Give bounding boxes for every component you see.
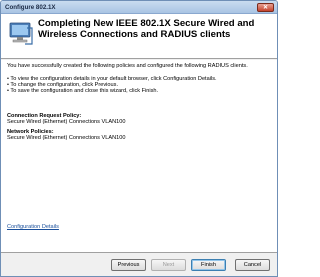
next-button[interactable]: Next <box>151 259 186 271</box>
network-computer-icon <box>9 22 33 45</box>
close-button[interactable]: ✕ <box>257 3 274 12</box>
finish-button[interactable]: Finish <box>191 259 226 271</box>
button-bar: Previous Next Finish Cancel <box>1 252 277 276</box>
close-icon: ✕ <box>262 5 269 11</box>
wizard-header: Completing New IEEE 802.1X Secure Wired … <box>1 14 277 59</box>
previous-button[interactable]: Previous <box>111 259 146 271</box>
window-title: Configure 802.1X <box>5 4 56 11</box>
configuration-details-link[interactable]: Configuration Details <box>7 224 59 231</box>
title-bar[interactable]: Configure 802.1X ✕ <box>1 1 277 14</box>
intro-text: You have successfully created the follow… <box>7 63 248 69</box>
wizard-window: Configure 802.1X ✕ Completing New IEEE 8… <box>0 0 278 277</box>
wizard-title: Completing New IEEE 802.1X Secure Wired … <box>38 18 268 40</box>
bullet-save-finish: • To save the configuration and close th… <box>7 88 159 94</box>
wizard-content: You have successfully created the follow… <box>1 60 277 252</box>
wizard-title-line2: Wireless Connections and RADIUS clients <box>38 29 231 40</box>
network-policies-value: Secure Wired (Ethernet) Connections VLAN… <box>7 135 126 141</box>
connection-request-policy-value: Secure Wired (Ethernet) Connections VLAN… <box>7 119 126 125</box>
cancel-button[interactable]: Cancel <box>235 259 270 271</box>
wizard-title-line1: Completing New IEEE 802.1X Secure Wired … <box>38 18 255 29</box>
